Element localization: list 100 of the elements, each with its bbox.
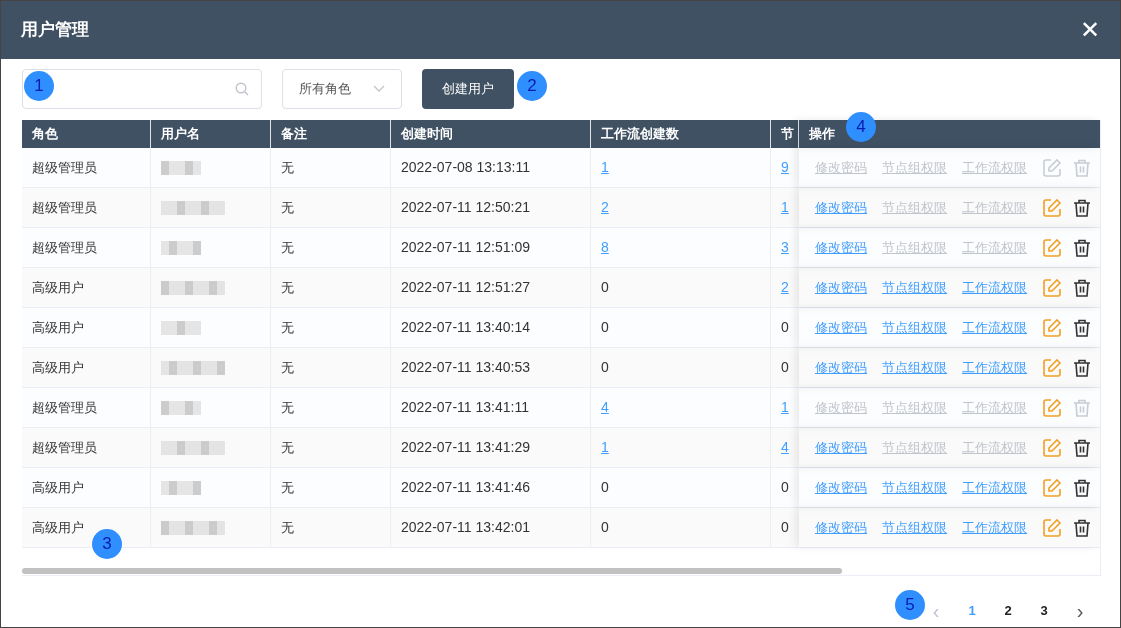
action-link[interactable]: 修改密码 bbox=[815, 437, 867, 458]
count-link[interactable]: 4 bbox=[601, 397, 609, 418]
action-link[interactable]: 工作流权限 bbox=[962, 517, 1027, 538]
delete-icon[interactable] bbox=[1072, 237, 1092, 258]
edit-icon[interactable] bbox=[1042, 477, 1062, 498]
annotation-marker: 4 bbox=[846, 112, 876, 142]
count-text: 0 bbox=[601, 518, 609, 537]
search-icon bbox=[235, 82, 249, 96]
blurred-username bbox=[161, 200, 225, 215]
table-cell: 无 bbox=[271, 508, 391, 547]
count-text: 0 bbox=[601, 318, 609, 337]
table-cell: 高级用户 bbox=[22, 348, 151, 387]
count-link[interactable]: 3 bbox=[781, 237, 789, 258]
table-cell: 高级用户 bbox=[22, 468, 151, 507]
count-text: 0 bbox=[601, 358, 609, 377]
action-link[interactable]: 修改密码 bbox=[815, 237, 867, 258]
table-cell: 2022-07-11 12:51:27 bbox=[391, 268, 591, 307]
annotation-marker: 5 bbox=[895, 590, 925, 620]
count-link[interactable]: 1 bbox=[601, 437, 609, 458]
table-cell: 超级管理员 bbox=[22, 148, 151, 187]
next-page-button[interactable]: › bbox=[1070, 596, 1090, 626]
edit-icon[interactable] bbox=[1042, 517, 1062, 538]
action-link[interactable]: 工作流权限 bbox=[962, 317, 1027, 338]
edit-icon[interactable] bbox=[1042, 277, 1062, 298]
count-link[interactable]: 2 bbox=[601, 197, 609, 218]
count-text: 0 bbox=[781, 478, 789, 497]
action-link[interactable]: 节点组权限 bbox=[882, 517, 947, 538]
action-link[interactable]: 修改密码 bbox=[815, 197, 867, 218]
action-link[interactable]: 工作流权限 bbox=[962, 477, 1027, 498]
scrollbar-thumb[interactable] bbox=[22, 568, 842, 574]
action-link[interactable]: 工作流权限 bbox=[962, 277, 1027, 298]
table-cell: 超级管理员 bbox=[22, 388, 151, 427]
count-text: 0 bbox=[781, 318, 789, 337]
edit-icon[interactable] bbox=[1042, 437, 1062, 458]
count-text: 0 bbox=[781, 518, 789, 537]
count-link[interactable]: 1 bbox=[781, 397, 789, 418]
delete-icon[interactable] bbox=[1072, 277, 1092, 298]
action-link[interactable]: 节点组权限 bbox=[882, 357, 947, 378]
table-cell: 超级管理员 bbox=[22, 188, 151, 227]
action-link[interactable]: 节点组权限 bbox=[882, 277, 947, 298]
action-link[interactable]: 修改密码 bbox=[815, 277, 867, 298]
action-link[interactable]: 修改密码 bbox=[815, 357, 867, 378]
count-link[interactable]: 2 bbox=[781, 277, 789, 298]
role-dropdown[interactable]: 所有角色 bbox=[282, 69, 402, 109]
edit-icon[interactable] bbox=[1042, 237, 1062, 258]
table-cell: 2022-07-08 13:13:11 bbox=[391, 148, 591, 187]
delete-icon[interactable] bbox=[1072, 357, 1092, 378]
blurred-username bbox=[161, 360, 225, 375]
blurred-username bbox=[161, 160, 201, 175]
table-cell: 无 bbox=[271, 228, 391, 267]
table-cell: 无 bbox=[271, 188, 391, 227]
chevron-down-icon bbox=[373, 85, 385, 93]
table-cell: 2022-07-11 13:40:14 bbox=[391, 308, 591, 347]
table-cell: 超级管理员 bbox=[22, 428, 151, 467]
delete-icon[interactable] bbox=[1072, 197, 1092, 218]
edit-icon[interactable] bbox=[1042, 397, 1062, 418]
table-cell: 2022-07-11 12:51:09 bbox=[391, 228, 591, 267]
count-link[interactable]: 1 bbox=[781, 197, 789, 218]
action-link[interactable]: 修改密码 bbox=[815, 477, 867, 498]
count-link[interactable]: 1 bbox=[601, 157, 609, 178]
page-button[interactable]: 1 bbox=[962, 601, 982, 621]
delete-icon[interactable] bbox=[1072, 517, 1092, 538]
edit-icon[interactable] bbox=[1042, 357, 1062, 378]
previous-page-button[interactable]: ‹ bbox=[926, 596, 946, 626]
search-field[interactable] bbox=[22, 69, 262, 109]
blurred-username bbox=[161, 480, 201, 495]
table-cell: 2022-07-11 13:41:29 bbox=[391, 428, 591, 467]
count-text: 0 bbox=[781, 358, 789, 377]
count-text: 0 bbox=[601, 278, 609, 297]
delete-icon[interactable] bbox=[1072, 317, 1092, 338]
table-cell: 2022-07-11 13:40:53 bbox=[391, 348, 591, 387]
blurred-username bbox=[161, 320, 201, 335]
count-link[interactable]: 8 bbox=[601, 237, 609, 258]
edit-icon[interactable] bbox=[1042, 197, 1062, 218]
count-link[interactable]: 4 bbox=[781, 437, 789, 458]
count-text: 0 bbox=[601, 478, 609, 497]
create-user-button[interactable]: 创建用户 bbox=[422, 69, 514, 109]
table-cell: 2022-07-11 13:42:01 bbox=[391, 508, 591, 547]
action-link[interactable]: 修改密码 bbox=[815, 317, 867, 338]
page-button[interactable]: 3 bbox=[1034, 601, 1054, 621]
action-link[interactable]: 修改密码 bbox=[815, 517, 867, 538]
table-cell: 无 bbox=[271, 348, 391, 387]
table-cell: 高级用户 bbox=[22, 308, 151, 347]
action-link[interactable]: 节点组权限 bbox=[882, 477, 947, 498]
table-cell: 无 bbox=[271, 428, 391, 467]
edit-icon[interactable] bbox=[1042, 317, 1062, 338]
delete-icon[interactable] bbox=[1072, 477, 1092, 498]
table-cell: 无 bbox=[271, 388, 391, 427]
blurred-username bbox=[161, 440, 225, 455]
delete-icon[interactable] bbox=[1072, 437, 1092, 458]
table-cell: 2022-07-11 13:41:11 bbox=[391, 388, 591, 427]
action-link[interactable]: 节点组权限 bbox=[882, 317, 947, 338]
table-cell: 2022-07-11 12:50:21 bbox=[391, 188, 591, 227]
annotation-marker: 2 bbox=[517, 71, 547, 101]
table-cell: 无 bbox=[271, 268, 391, 307]
annotation-marker: 3 bbox=[92, 529, 122, 559]
count-link[interactable]: 9 bbox=[781, 157, 789, 178]
close-button[interactable]: ✕ bbox=[1080, 18, 1100, 42]
page-button[interactable]: 2 bbox=[998, 601, 1018, 621]
action-link[interactable]: 工作流权限 bbox=[962, 357, 1027, 378]
